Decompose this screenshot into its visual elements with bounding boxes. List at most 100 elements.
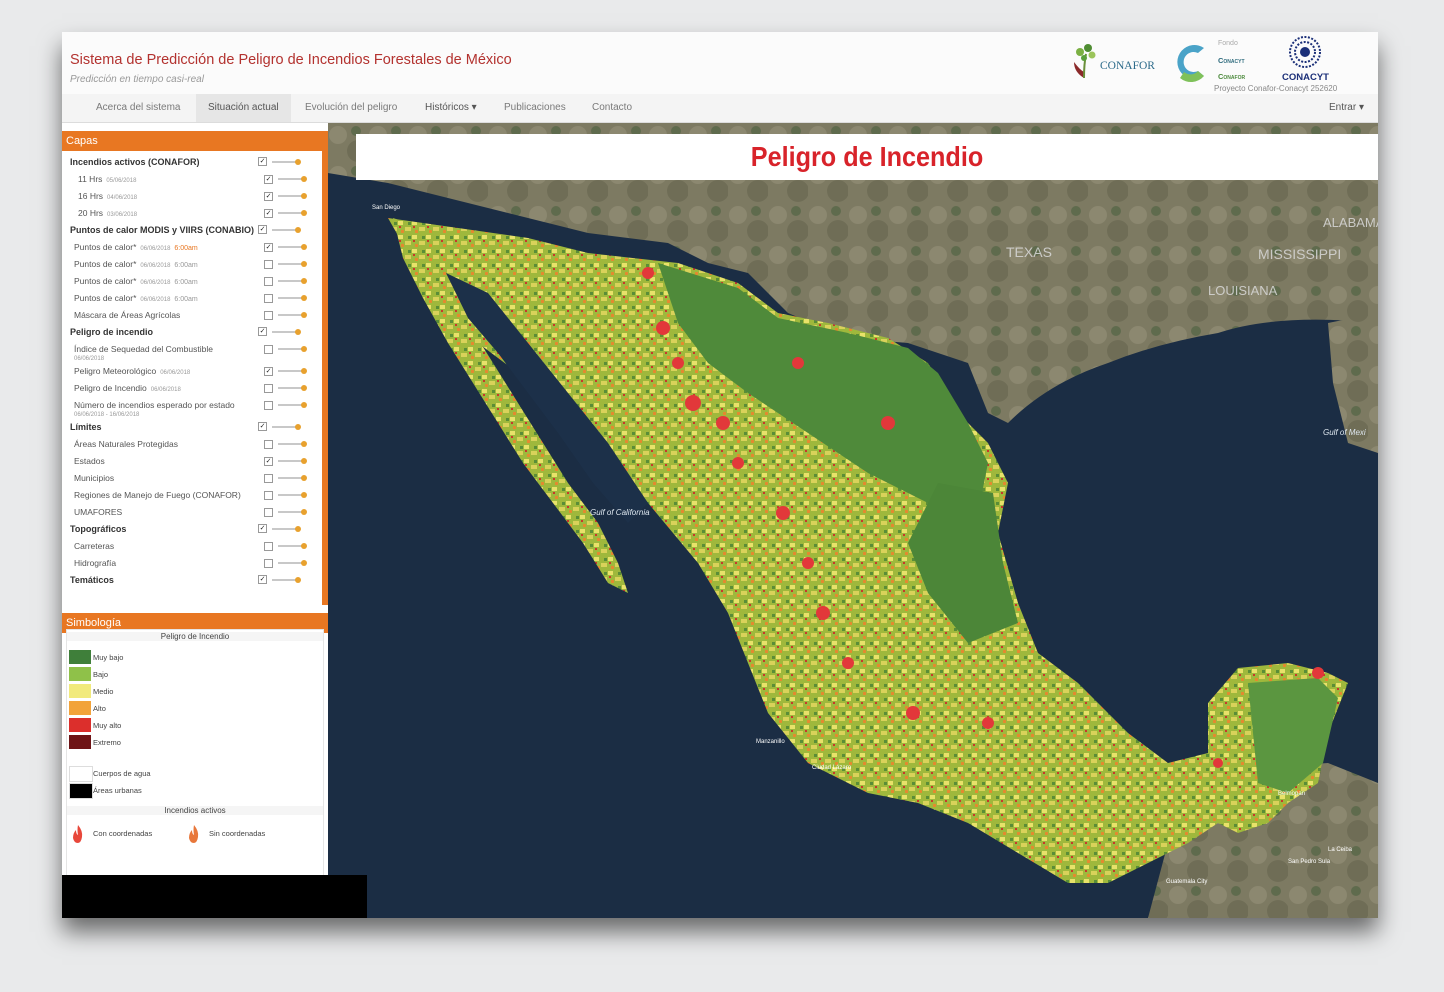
- opacity-slider[interactable]: [278, 458, 307, 464]
- fire-marker[interactable]: [842, 657, 854, 669]
- layers-list[interactable]: Incendios activos (CONAFOR) ✓ 11 Hrs 05/06/…: [62, 151, 322, 605]
- layer-item[interactable]: Regiones de Manejo de Fuego (CONAFOR): [62, 490, 320, 507]
- slider-knob[interactable]: [301, 176, 307, 182]
- layer-checkbox[interactable]: [264, 474, 273, 483]
- opacity-slider[interactable]: [272, 577, 301, 583]
- opacity-slider[interactable]: [272, 526, 301, 532]
- map-canvas[interactable]: TEXAS MISSISSIPPI LOUISIANA ALABAMA Gulf…: [328, 123, 1378, 918]
- login-dropdown[interactable]: Entrar ▾: [1329, 94, 1364, 122]
- layer-checkbox[interactable]: [264, 384, 273, 393]
- fire-marker[interactable]: [1213, 758, 1223, 768]
- slider-knob[interactable]: [301, 543, 307, 549]
- opacity-slider[interactable]: [278, 385, 307, 391]
- slider-knob[interactable]: [301, 368, 307, 374]
- slider-knob[interactable]: [301, 441, 307, 447]
- fire-marker[interactable]: [906, 706, 920, 720]
- layer-checkbox[interactable]: ✓: [264, 243, 273, 252]
- slider-knob[interactable]: [301, 210, 307, 216]
- slider-knob[interactable]: [301, 312, 307, 318]
- layers-panel-header[interactable]: Capas: [62, 131, 328, 151]
- opacity-slider[interactable]: [278, 475, 307, 481]
- layer-checkbox[interactable]: ✓: [258, 225, 267, 234]
- layer-checkbox[interactable]: ✓: [264, 192, 273, 201]
- slider-knob[interactable]: [295, 424, 301, 430]
- opacity-slider[interactable]: [278, 295, 307, 301]
- layer-item[interactable]: Carreteras: [62, 541, 320, 558]
- layer-group[interactable]: Temáticos ✓: [62, 575, 320, 592]
- slider-knob[interactable]: [301, 509, 307, 515]
- fire-marker[interactable]: [792, 357, 804, 369]
- nav-publicaciones[interactable]: Publicaciones: [504, 94, 566, 122]
- layer-item[interactable]: Puntos de calor* 06/06/2018 6:00am: [62, 276, 320, 293]
- layer-checkbox[interactable]: ✓: [264, 367, 273, 376]
- layer-item[interactable]: Número de incendios esperado por estado 0…: [62, 400, 320, 422]
- layer-checkbox[interactable]: [264, 559, 273, 568]
- fire-marker[interactable]: [816, 606, 830, 620]
- layer-checkbox[interactable]: ✓: [264, 175, 273, 184]
- nav-historicos-dropdown[interactable]: Históricos ▾: [425, 94, 477, 122]
- layer-item[interactable]: Áreas Naturales Protegidas: [62, 439, 320, 456]
- fire-marker[interactable]: [982, 717, 994, 729]
- slider-knob[interactable]: [301, 402, 307, 408]
- layer-item[interactable]: Puntos de calor* 06/06/2018 6:00am: [62, 259, 320, 276]
- slider-knob[interactable]: [295, 526, 301, 532]
- fire-marker[interactable]: [732, 457, 744, 469]
- opacity-slider[interactable]: [278, 346, 307, 352]
- opacity-slider[interactable]: [278, 193, 307, 199]
- layer-group[interactable]: Peligro de incendio ✓: [62, 327, 320, 344]
- layer-item[interactable]: Estados ✓: [62, 456, 320, 473]
- layer-checkbox[interactable]: ✓: [258, 524, 267, 533]
- layer-checkbox[interactable]: ✓: [258, 327, 267, 336]
- slider-knob[interactable]: [301, 492, 307, 498]
- layer-group[interactable]: Incendios activos (CONAFOR) ✓: [62, 157, 320, 174]
- layer-checkbox[interactable]: [264, 345, 273, 354]
- slider-knob[interactable]: [301, 475, 307, 481]
- opacity-slider[interactable]: [272, 329, 301, 335]
- layer-item[interactable]: UMAFORES: [62, 507, 320, 524]
- layer-checkbox[interactable]: [264, 260, 273, 269]
- fire-marker[interactable]: [776, 506, 790, 520]
- fire-marker[interactable]: [672, 357, 684, 369]
- layer-item[interactable]: Índice de Sequedad del Combustible 06/06/…: [62, 344, 320, 366]
- slider-knob[interactable]: [301, 278, 307, 284]
- layer-item[interactable]: Peligro de Incendio 06/06/2018: [62, 383, 320, 400]
- nav-acerca[interactable]: Acerca del sistema: [96, 94, 180, 122]
- layer-checkbox[interactable]: [264, 401, 273, 410]
- layer-item[interactable]: Puntos de calor* 06/06/2018 6:00am ✓: [62, 242, 320, 259]
- fire-marker[interactable]: [656, 321, 670, 335]
- fire-marker[interactable]: [881, 416, 895, 430]
- slider-knob[interactable]: [301, 385, 307, 391]
- slider-knob[interactable]: [295, 159, 301, 165]
- layer-group[interactable]: Límites ✓: [62, 422, 320, 439]
- opacity-slider[interactable]: [278, 560, 307, 566]
- opacity-slider[interactable]: [272, 227, 301, 233]
- layer-checkbox[interactable]: ✓: [258, 422, 267, 431]
- layer-checkbox[interactable]: ✓: [258, 575, 267, 584]
- slider-knob[interactable]: [295, 577, 301, 583]
- fire-marker[interactable]: [716, 416, 730, 430]
- layer-checkbox[interactable]: [264, 311, 273, 320]
- opacity-slider[interactable]: [278, 312, 307, 318]
- opacity-slider[interactable]: [272, 159, 301, 165]
- slider-knob[interactable]: [301, 295, 307, 301]
- slider-knob[interactable]: [295, 329, 301, 335]
- nav-contacto[interactable]: Contacto: [592, 94, 632, 122]
- fire-marker[interactable]: [642, 267, 654, 279]
- layers-scrollbar[interactable]: [322, 151, 328, 605]
- opacity-slider[interactable]: [278, 368, 307, 374]
- opacity-slider[interactable]: [278, 261, 307, 267]
- map-view[interactable]: TEXAS MISSISSIPPI LOUISIANA ALABAMA Gulf…: [328, 123, 1378, 918]
- layer-group[interactable]: Topográficos ✓: [62, 524, 320, 541]
- slider-knob[interactable]: [295, 227, 301, 233]
- opacity-slider[interactable]: [272, 424, 301, 430]
- opacity-slider[interactable]: [278, 543, 307, 549]
- slider-knob[interactable]: [301, 560, 307, 566]
- nav-evolucion[interactable]: Evolución del peligro: [305, 94, 397, 122]
- opacity-slider[interactable]: [278, 402, 307, 408]
- layer-checkbox[interactable]: [264, 542, 273, 551]
- opacity-slider[interactable]: [278, 492, 307, 498]
- slider-knob[interactable]: [301, 244, 307, 250]
- opacity-slider[interactable]: [278, 176, 307, 182]
- slider-knob[interactable]: [301, 261, 307, 267]
- layer-item[interactable]: 11 Hrs 05/06/2018 ✓: [62, 174, 320, 191]
